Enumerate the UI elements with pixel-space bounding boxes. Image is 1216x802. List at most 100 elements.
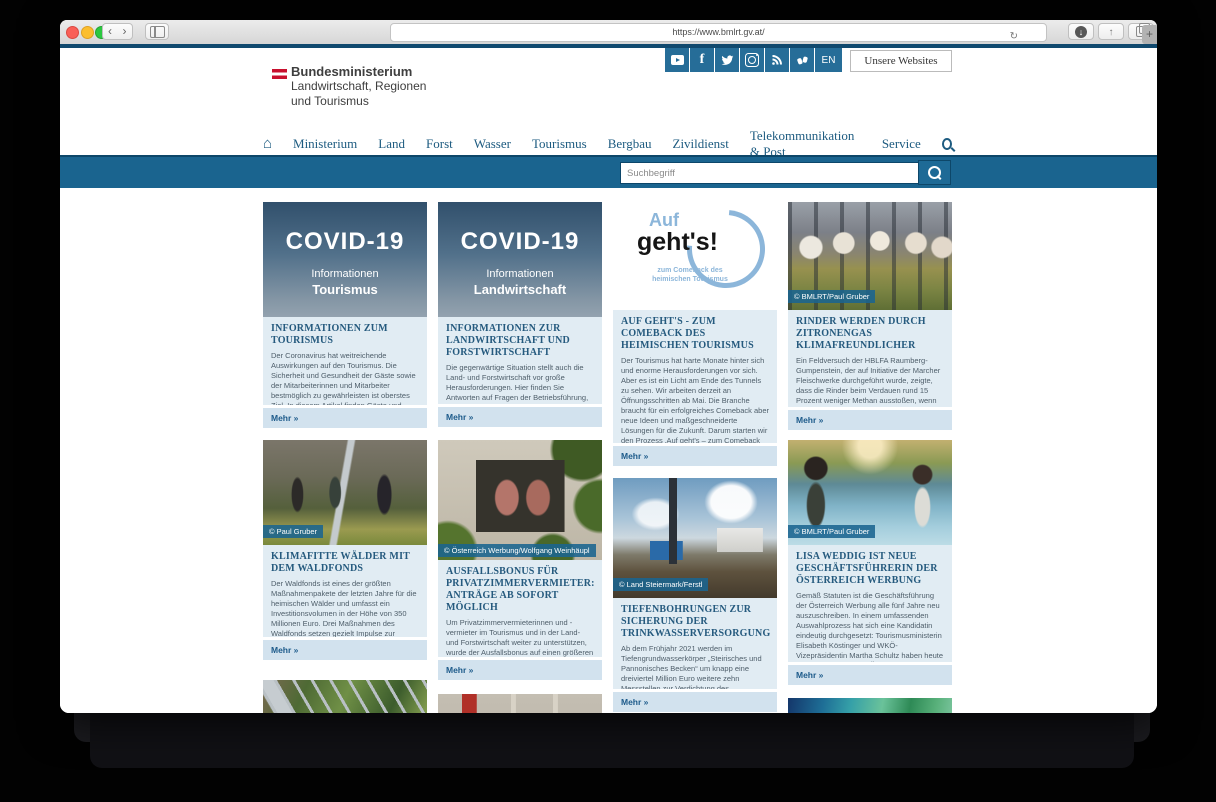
card-image-privatzimmer[interactable]: © Österreich Werbung/Wolfgang Weinhäupl [438, 440, 602, 560]
more-link[interactable]: Mehr » [263, 640, 427, 660]
more-link[interactable]: Mehr » [438, 660, 602, 680]
youtube-icon[interactable] [665, 48, 689, 72]
share-icon: ↑ [1109, 27, 1114, 38]
image-credit: © Paul Gruber [263, 525, 323, 538]
card-image-waldfonds[interactable]: © Paul Gruber [263, 440, 427, 545]
plus-icon: + [1146, 27, 1153, 41]
card-image-covid-tourismus[interactable]: COVID-19 Informationen Tourismus [263, 202, 427, 317]
covid-topic: Landwirtschaft [438, 282, 602, 297]
forward-icon: › [123, 24, 127, 38]
nav-item-land[interactable]: Land [378, 136, 405, 152]
news-card: © BMLRT/Paul Gruber RINDER WERDEN DURCH … [788, 202, 952, 430]
card-body: Die gegenwärtige Situation stellt auch d… [446, 363, 594, 404]
search-icon [928, 166, 941, 179]
card-text-panel: KLIMAFITTE WÄLDER MIT DEM WALDFONDS Der … [263, 545, 427, 637]
address-bar[interactable]: https://www.bmlrt.gv.at/ ↻ [390, 23, 1047, 42]
nav-item-bergbau[interactable]: Bergbau [608, 136, 652, 152]
card-body: Gemäß Statuten ist die Geschäftsführung … [796, 591, 944, 662]
language-switch-en[interactable]: EN [815, 48, 842, 72]
card-image-auf-gehts-logo[interactable]: Auf geht's! zum Comeback des heimischen … [613, 202, 777, 310]
card-title[interactable]: INFORMATIONEN ZUR LANDWIRTSCHAFT UND FOR… [446, 323, 594, 359]
card-image-satellite-map[interactable] [788, 698, 952, 713]
logo-subline-2: heimischen Tourismus [613, 275, 767, 284]
card-image-red-flag[interactable] [438, 694, 602, 713]
more-link[interactable]: Mehr » [263, 408, 427, 428]
downloads-button[interactable]: ↓ [1068, 23, 1094, 40]
url-text: https://www.bmlrt.gv.at/ [672, 27, 764, 37]
card-body: Der Tourismus hat harte Monate hinter si… [621, 356, 769, 443]
reload-icon[interactable]: ↻ [1010, 28, 1018, 45]
card-image-tiefenbohrung[interactable]: © Land Steiermark/Ferstl [613, 478, 777, 598]
card-text-panel: AUF GEHT'S - ZUM COMEBACK DES HEIMISCHEN… [613, 310, 777, 443]
more-link[interactable]: Mehr » [788, 410, 952, 430]
card-text-panel: INFORMATIONEN ZUM TOURISMUS Der Coronavi… [263, 317, 427, 405]
card-body: Der Waldfonds ist eines der größten Maßn… [271, 579, 419, 637]
hands-glyph [796, 54, 809, 67]
card-text-panel: INFORMATIONEN ZUR LANDWIRTSCHAFT UND FOR… [438, 317, 602, 404]
card-text-panel: AUSFALLSBONUS FÜR PRIVATZIMMERVERMIETER:… [438, 560, 602, 657]
ministry-name-line: Bundesministerium [291, 64, 426, 79]
search-button[interactable] [918, 160, 951, 185]
webpage: Bundesministerium Landwirtschaft, Region… [60, 44, 1157, 713]
news-card: © Österreich Werbung/Wolfgang Weinhäupl … [438, 440, 602, 680]
forward-button[interactable]: › [117, 23, 133, 40]
browser-window: ‹ › https://www.bmlrt.gv.at/ ↻ ↓ ↑ + Bun… [60, 20, 1157, 713]
card-body: Ab dem Frühjahr 2021 werden im Tiefengru… [621, 644, 769, 689]
twitter-icon[interactable] [715, 48, 739, 72]
nav-search-icon[interactable] [942, 138, 952, 150]
search-input[interactable] [620, 162, 924, 184]
main-nav: ⌂ Ministerium Land Forst Wasser Tourismu… [263, 133, 952, 155]
back-button[interactable]: ‹ [102, 23, 118, 40]
social-icon-bar: f EN [665, 48, 842, 72]
image-credit: © Land Steiermark/Ferstl [613, 578, 708, 591]
nav-item-zivildienst[interactable]: Zivildienst [673, 136, 729, 152]
card-image-rinder[interactable]: © BMLRT/Paul Gruber [788, 202, 952, 310]
card-title[interactable]: TIEFENBOHRUNGEN ZUR SICHERUNG DER TRINKW… [621, 604, 769, 640]
card-title[interactable]: AUF GEHT'S - ZUM COMEBACK DES HEIMISCHEN… [621, 316, 769, 352]
card-title[interactable]: RINDER WERDEN DURCH ZITRONENGAS KLIMAFRE… [796, 316, 944, 352]
browser-toolbar: ‹ › https://www.bmlrt.gv.at/ ↻ ↓ ↑ + [60, 20, 1157, 45]
more-link[interactable]: Mehr » [438, 407, 602, 427]
card-text-panel: RINDER WERDEN DURCH ZITRONENGAS KLIMAFRE… [788, 310, 952, 407]
card-title[interactable]: LISA WEDDIG IST NEUE GESCHÄFTSFÜHRERIN D… [796, 551, 944, 587]
nav-item-ministerium[interactable]: Ministerium [293, 136, 357, 152]
more-link[interactable]: Mehr » [613, 692, 777, 712]
card-body: Ein Feldversuch der HBLFA Raumberg-Gumpe… [796, 356, 944, 407]
card-image-bridge-animal[interactable] [263, 680, 427, 713]
minimize-window-button[interactable] [81, 26, 94, 39]
ministry-name-line: Landwirtschaft, Regionen [291, 79, 426, 94]
site-top-stripe [60, 44, 1157, 48]
nav-item-forst[interactable]: Forst [426, 136, 453, 152]
instagram-icon[interactable] [740, 48, 764, 72]
sidebar-toggle-button[interactable] [145, 23, 169, 40]
websites-button[interactable]: Unsere Websites [850, 50, 952, 72]
home-icon[interactable]: ⌂ [263, 138, 272, 150]
facebook-icon[interactable]: f [690, 48, 714, 72]
covid-subline: Informationen [438, 268, 602, 280]
ministry-logo[interactable]: Bundesministerium Landwirtschaft, Region… [291, 64, 426, 109]
card-title[interactable]: INFORMATIONEN ZUM TOURISMUS [271, 323, 419, 347]
news-card-partial [788, 698, 952, 713]
card-image-covid-landwirtschaft[interactable]: COVID-19 Informationen Landwirtschaft [438, 202, 602, 317]
austria-flag-icon [272, 69, 287, 79]
rss-icon[interactable] [765, 48, 789, 72]
new-tab-button[interactable]: + [1142, 25, 1157, 44]
twitter-bird-glyph [721, 54, 734, 67]
more-link[interactable]: Mehr » [788, 665, 952, 685]
sign-language-icon[interactable] [790, 48, 814, 72]
close-window-button[interactable] [66, 26, 79, 39]
card-title[interactable]: AUSFALLSBONUS FÜR PRIVATZIMMERVERMIETER:… [446, 566, 594, 614]
card-text-panel: TIEFENBOHRUNGEN ZUR SICHERUNG DER TRINKW… [613, 598, 777, 689]
nav-item-wasser[interactable]: Wasser [474, 136, 511, 152]
card-title[interactable]: KLIMAFITTE WÄLDER MIT DEM WALDFONDS [271, 551, 419, 575]
news-card: COVID-19 Informationen Tourismus INFORMA… [263, 202, 427, 428]
covid-topic: Tourismus [263, 282, 427, 297]
download-icon: ↓ [1075, 26, 1087, 38]
image-credit: © BMLRT/Paul Gruber [788, 525, 875, 538]
nav-item-service[interactable]: Service [882, 136, 921, 152]
share-button[interactable]: ↑ [1098, 23, 1124, 40]
more-link[interactable]: Mehr » [613, 446, 777, 466]
covid-headline: COVID-19 [438, 202, 602, 256]
nav-item-tourismus[interactable]: Tourismus [532, 136, 587, 152]
card-image-lisa-weddig[interactable]: © BMLRT/Paul Gruber [788, 440, 952, 545]
